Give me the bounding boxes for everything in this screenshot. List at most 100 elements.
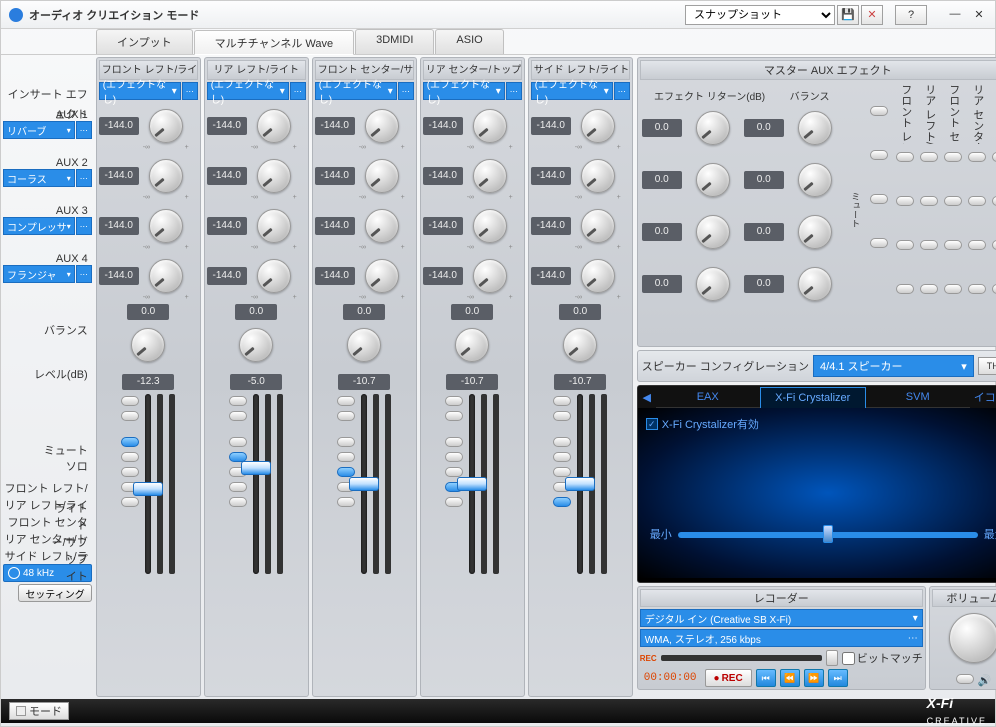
route-toggle[interactable]	[121, 437, 139, 447]
xfi-tab-eax[interactable]: EAX	[656, 387, 760, 408]
aux-knob[interactable]	[365, 109, 399, 143]
aux2-more[interactable]: ⋯	[76, 169, 92, 187]
master-route-toggle[interactable]	[896, 240, 914, 250]
aux-knob[interactable]	[365, 209, 399, 243]
tab-multichannel[interactable]: マルチチャンネル Wave	[194, 30, 354, 55]
balance-knob[interactable]	[239, 328, 273, 362]
tab-input[interactable]: インプット	[96, 29, 193, 54]
route-toggle[interactable]	[337, 467, 355, 477]
aux-knob[interactable]	[581, 159, 615, 193]
insert-effect-more[interactable]: ⋯	[614, 82, 630, 100]
master-mute-2[interactable]	[870, 150, 888, 160]
master-route-toggle[interactable]	[944, 284, 962, 294]
insert-effect-select[interactable]: (エフェクトなし)	[531, 82, 613, 100]
aux-knob[interactable]	[149, 259, 183, 293]
master-route-toggle[interactable]	[920, 284, 938, 294]
route-toggle[interactable]	[553, 467, 571, 477]
recorder-format-select[interactable]: WMA, ステレオ, 256 kbps	[640, 629, 923, 647]
aux-knob[interactable]	[581, 209, 615, 243]
aux-knob[interactable]	[149, 109, 183, 143]
master-route-toggle[interactable]	[992, 240, 996, 250]
master-mute-4[interactable]	[870, 238, 888, 248]
insert-effect-select[interactable]: (エフェクトなし)	[315, 82, 397, 100]
master-route-toggle[interactable]	[992, 196, 996, 206]
route-toggle[interactable]	[337, 452, 355, 462]
rec-forward-icon[interactable]: ⏩	[804, 669, 824, 687]
volume-mute-button[interactable]	[956, 674, 974, 684]
settings-button[interactable]: セッティング	[18, 584, 91, 602]
master-route-toggle[interactable]	[920, 240, 938, 250]
master-route-toggle[interactable]	[896, 196, 914, 206]
mute-button[interactable]	[553, 396, 571, 406]
insert-effect-select[interactable]: (エフェクトなし)	[423, 82, 505, 100]
master-balance-knob[interactable]	[798, 111, 832, 145]
insert-effect-more[interactable]: ⋯	[398, 82, 414, 100]
aux-knob[interactable]	[365, 259, 399, 293]
delete-icon[interactable]: ✕	[861, 5, 883, 25]
close-icon[interactable]: ✕	[971, 8, 987, 21]
solo-button[interactable]	[553, 411, 571, 421]
solo-button[interactable]	[121, 411, 139, 421]
master-route-toggle[interactable]	[944, 240, 962, 250]
aux1-more[interactable]: ⋯	[76, 121, 92, 139]
solo-button[interactable]	[337, 411, 355, 421]
master-route-toggle[interactable]	[968, 284, 986, 294]
mute-button[interactable]	[229, 396, 247, 406]
aux-knob[interactable]	[149, 209, 183, 243]
mute-button[interactable]	[445, 396, 463, 406]
fader[interactable]	[577, 394, 583, 574]
aux-knob[interactable]	[473, 109, 507, 143]
aux-knob[interactable]	[149, 159, 183, 193]
aux-knob[interactable]	[473, 159, 507, 193]
xfi-tab-crystalizer[interactable]: X-Fi Crystalizer	[760, 387, 866, 408]
rec-next-icon[interactable]: ⏭	[828, 669, 848, 687]
balance-knob[interactable]	[131, 328, 165, 362]
aux2-select[interactable]: コーラス	[3, 169, 75, 187]
master-route-toggle[interactable]	[968, 196, 986, 206]
record-button[interactable]: ● REC	[705, 669, 752, 687]
master-route-toggle[interactable]	[896, 152, 914, 162]
xfi-tab-eq[interactable]: イコ	[970, 385, 996, 410]
master-route-toggle[interactable]	[920, 152, 938, 162]
route-toggle[interactable]	[553, 497, 571, 507]
aux-knob[interactable]	[257, 259, 291, 293]
speaker-config-select[interactable]: 4/4.1 スピーカー	[813, 355, 974, 377]
mute-button[interactable]	[337, 396, 355, 406]
fader[interactable]	[253, 394, 259, 574]
insert-effect-more[interactable]: ⋯	[506, 82, 522, 100]
insert-effect-select[interactable]: (エフェクトなし)	[207, 82, 289, 100]
route-toggle[interactable]	[553, 452, 571, 462]
aux-knob[interactable]	[581, 109, 615, 143]
return-knob[interactable]	[696, 111, 730, 145]
master-route-toggle[interactable]	[920, 196, 938, 206]
aux3-select[interactable]: コンプレッサ	[3, 217, 75, 235]
bitmatch-checkbox[interactable]: ビットマッチ	[842, 650, 923, 666]
tab-asio[interactable]: ASIO	[435, 29, 503, 54]
solo-button[interactable]	[229, 411, 247, 421]
route-toggle[interactable]	[337, 497, 355, 507]
master-route-toggle[interactable]	[896, 284, 914, 294]
master-route-toggle[interactable]	[944, 196, 962, 206]
thx-button[interactable]: THX	[978, 357, 996, 375]
solo-button[interactable]	[445, 411, 463, 421]
fader[interactable]	[361, 394, 367, 574]
balance-knob[interactable]	[563, 328, 597, 362]
route-toggle[interactable]	[121, 467, 139, 477]
rec-prev-icon[interactable]: ⏮	[756, 669, 776, 687]
insert-effect-select[interactable]: (エフェクトなし)	[99, 82, 181, 100]
mode-button[interactable]: モード	[9, 702, 69, 720]
aux-knob[interactable]	[257, 209, 291, 243]
master-balance-knob[interactable]	[798, 215, 832, 249]
aux-knob[interactable]	[257, 159, 291, 193]
recorder-source-select[interactable]: デジタル イン (Creative SB X-Fi)	[640, 609, 923, 627]
mute-button[interactable]	[121, 396, 139, 406]
route-toggle[interactable]	[445, 497, 463, 507]
route-toggle[interactable]	[445, 452, 463, 462]
aux3-more[interactable]: ⋯	[76, 217, 92, 235]
aux1-select[interactable]: リバーブ	[3, 121, 75, 139]
crystalizer-enable-checkbox[interactable]: ✓ X-Fi Crystalizer有効	[646, 416, 996, 432]
aux-knob[interactable]	[365, 159, 399, 193]
fader[interactable]	[469, 394, 475, 574]
return-knob[interactable]	[696, 163, 730, 197]
rec-rewind-icon[interactable]: ⏪	[780, 669, 800, 687]
